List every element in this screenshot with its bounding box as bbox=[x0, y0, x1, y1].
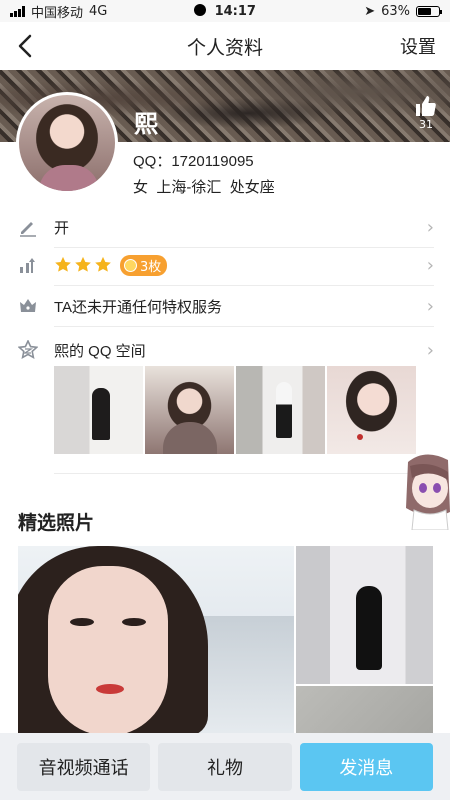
location-label: 上海-徐汇 bbox=[156, 179, 222, 196]
like-count: 31 bbox=[419, 118, 433, 131]
vip-row[interactable]: TA还未开通任何特权服务 › bbox=[0, 285, 450, 327]
network-label: 4G bbox=[89, 3, 108, 19]
qzone-text: 熙的 QQ 空间 bbox=[54, 342, 146, 360]
divider bbox=[54, 473, 434, 474]
photo-lips bbox=[96, 684, 124, 694]
signature-text: 开 bbox=[54, 219, 70, 237]
carrier-label: 中国移动 bbox=[31, 5, 84, 21]
gender-label: 女 bbox=[133, 179, 149, 196]
photo-face bbox=[48, 566, 168, 736]
status-bar: 中国移动 4G 14:17 ➤ 63% bbox=[0, 0, 450, 22]
battery-label: 63% bbox=[381, 3, 410, 19]
battery-icon bbox=[416, 5, 442, 17]
featured-photo-main[interactable] bbox=[18, 546, 294, 736]
qzone-star-icon bbox=[18, 340, 38, 360]
send-message-button[interactable]: 发消息 bbox=[299, 742, 433, 791]
back-arrow-icon[interactable] bbox=[14, 32, 38, 60]
chevron-right-icon: › bbox=[426, 339, 434, 361]
avatar[interactable] bbox=[16, 92, 118, 194]
signature-row[interactable]: 开 › bbox=[0, 206, 450, 248]
featured-photo-side[interactable] bbox=[296, 546, 433, 684]
chevron-right-icon: › bbox=[426, 216, 434, 238]
profile-name: 熙 bbox=[134, 111, 158, 138]
qzone-row[interactable]: 熙的 QQ 空间 › bbox=[0, 329, 450, 371]
vip-text: TA还未开通任何特权服务 bbox=[54, 298, 223, 316]
location-icon: ➤ bbox=[364, 3, 376, 19]
section-title: 精选照片 bbox=[18, 513, 95, 534]
star-icon bbox=[75, 256, 91, 272]
zodiac-label: 处女座 bbox=[229, 179, 275, 196]
level-stars bbox=[54, 256, 112, 274]
divider bbox=[54, 326, 434, 327]
thumbs-up-icon bbox=[416, 96, 436, 116]
photo-eye bbox=[122, 618, 146, 626]
qzone-photo[interactable] bbox=[327, 366, 416, 454]
qzone-photos bbox=[54, 366, 416, 454]
star-icon bbox=[55, 256, 71, 272]
qzone-photo[interactable] bbox=[236, 366, 325, 454]
medal-count: 3枚 bbox=[140, 259, 162, 275]
photo-eye bbox=[70, 618, 94, 626]
anime-mascot-icon[interactable] bbox=[400, 452, 450, 530]
level-row[interactable]: 3枚 › bbox=[0, 244, 450, 286]
clock-label: 14:17 bbox=[214, 3, 256, 19]
pencil-icon bbox=[18, 217, 38, 237]
chevron-right-icon: › bbox=[426, 254, 434, 276]
medal-badge: 3枚 bbox=[120, 254, 168, 276]
qq-number: QQ：1720119095 bbox=[133, 153, 254, 170]
gift-button[interactable]: 礼物 bbox=[158, 742, 292, 791]
medal-icon bbox=[124, 258, 137, 272]
status-right: ➤ 63% bbox=[364, 3, 442, 19]
chevron-right-icon: › bbox=[426, 295, 434, 317]
video-call-button[interactable]: 音视频通话 bbox=[17, 742, 151, 791]
settings-button[interactable]: 设置 bbox=[400, 33, 436, 59]
signal-icon bbox=[10, 5, 25, 17]
level-chart-icon bbox=[18, 255, 38, 275]
page-title: 个人资料 bbox=[186, 37, 263, 59]
like-button[interactable]: 31 bbox=[414, 94, 438, 131]
qzone-photo[interactable] bbox=[54, 366, 143, 454]
lock-rotation-icon bbox=[194, 3, 207, 16]
crown-icon bbox=[18, 296, 38, 316]
bottom-action-bar: 音视频通话 礼物 发消息 bbox=[0, 733, 450, 800]
profile-info: 女 上海-徐汇 处女座 bbox=[133, 176, 275, 197]
featured-photo-side[interactable] bbox=[296, 686, 433, 736]
qzone-photo[interactable] bbox=[145, 366, 234, 454]
status-left: 中国移动 4G bbox=[10, 2, 107, 21]
nav-bar: 个人资料 设置 bbox=[0, 22, 450, 70]
star-icon bbox=[95, 256, 111, 272]
